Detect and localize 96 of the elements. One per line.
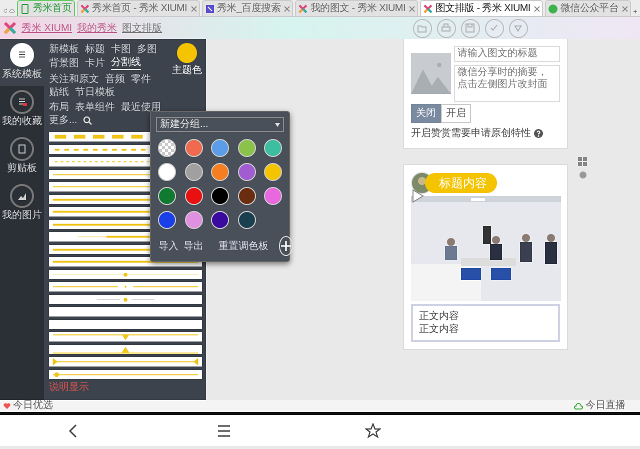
title-field[interactable]: 请输入图文的标题 — [454, 46, 560, 62]
color-label: 主题色 — [172, 64, 202, 78]
color-swatch[interactable] — [264, 163, 282, 181]
caret-icon — [275, 122, 280, 126]
nav-button[interactable] — [364, 422, 380, 438]
category-tab[interactable]: 分割线 — [111, 56, 141, 70]
star-icon — [364, 422, 380, 438]
cloud-icon[interactable] — [9, 6, 16, 16]
logo-icon[interactable] — [2, 21, 16, 35]
add-button[interactable] — [278, 236, 292, 256]
color-swatch[interactable] — [184, 163, 202, 181]
browser-tab[interactable]: 图文排版 - 秀米 XIUMI — [420, 0, 543, 16]
color-swatch[interactable] — [264, 139, 282, 157]
breadcrumb-link[interactable]: 图文排版 — [122, 20, 162, 36]
add-icon — [280, 240, 292, 252]
color-swatch[interactable] — [211, 211, 229, 229]
sidebar-tab[interactable]: 系统模板 — [0, 39, 44, 86]
category-tab[interactable]: 标题 — [85, 43, 105, 56]
category-tab[interactable]: 最近使用 — [121, 101, 161, 114]
color-swatch[interactable] — [238, 187, 256, 205]
category-tab[interactable]: 表单组件 — [75, 101, 115, 114]
action-link[interactable]: 导入 — [158, 238, 178, 254]
action-link[interactable]: 导出 — [184, 238, 204, 254]
cloud-icon — [574, 402, 583, 410]
body-text: 正文内容 — [419, 310, 460, 322]
color-swatch[interactable] — [211, 139, 229, 157]
category-tab[interactable]: 布局 — [49, 101, 69, 114]
color-swatch[interactable] — [184, 187, 202, 205]
category-tab[interactable]: 新模板 — [49, 43, 79, 56]
category-tab[interactable]: 卡图 — [111, 43, 131, 56]
category-tab[interactable]: 更多... — [49, 114, 78, 127]
color-swatch[interactable] — [184, 139, 202, 157]
color-swatch[interactable] — [238, 163, 256, 181]
action-link[interactable]: 重置调色板 — [218, 238, 268, 254]
page-icon — [204, 4, 215, 14]
note-text: 开启赞赏需要申请原创特性 — [411, 126, 531, 140]
toggle-button[interactable]: 开启 — [441, 104, 471, 123]
help-icon[interactable] — [534, 128, 542, 138]
browser-tab[interactable]: 秀米_百度搜索 — [202, 0, 293, 16]
category-tab[interactable]: 音频 — [105, 72, 125, 86]
color-swatch[interactable] — [158, 211, 176, 229]
close-icon[interactable] — [284, 6, 290, 12]
sidebar-tab[interactable]: 剪贴板 — [0, 133, 44, 180]
category-tab[interactable]: 节日模板 — [75, 86, 115, 98]
summary-field[interactable]: 微信分享时的摘要，点击左侧图片改封面 — [454, 64, 560, 102]
category-tab[interactable]: 关注和原文 — [49, 72, 99, 86]
logo-icon — [298, 4, 308, 14]
status-text: 今日直播 — [586, 400, 626, 412]
group-select[interactable]: 新建分组... — [156, 117, 284, 132]
add-tab-icon[interactable] — [633, 7, 638, 16]
divider-sample[interactable] — [49, 344, 202, 354]
logo-icon — [80, 4, 90, 14]
grid-icon[interactable] — [578, 157, 587, 166]
divider-sample[interactable] — [49, 294, 202, 304]
close-icon[interactable] — [408, 6, 415, 12]
divider-sample[interactable] — [49, 270, 202, 279]
category-tab[interactable]: 零件 — [131, 72, 151, 86]
color-swatch[interactable] — [238, 139, 256, 157]
sidebar-tab[interactable]: 我的收藏 — [0, 86, 44, 133]
sidebar-tab[interactable]: 我的图片 — [0, 180, 44, 227]
transparent-swatch[interactable] — [158, 139, 176, 157]
close-icon[interactable] — [534, 6, 540, 12]
logo-icon — [422, 4, 433, 14]
menu-icon — [216, 422, 232, 438]
phone-icon — [20, 4, 30, 14]
nav-button[interactable] — [216, 422, 232, 438]
category-tab[interactable]: 贴纸 — [49, 86, 69, 98]
save-icon — [464, 22, 476, 34]
printer-icon — [440, 22, 452, 34]
color-swatch[interactable] — [211, 187, 229, 205]
color-swatch[interactable] — [158, 163, 176, 181]
status-text: 今日优选 — [13, 400, 53, 412]
title-banner: 标题内容 — [425, 172, 497, 192]
browser-tab[interactable]: 秀米首页 - 秀米 XIUMI — [76, 0, 200, 16]
search-icon[interactable] — [83, 116, 92, 125]
divider-sample[interactable] — [49, 370, 202, 379]
close-icon[interactable] — [622, 6, 628, 12]
category-tab[interactable]: 多图 — [137, 43, 157, 56]
reload-icon[interactable] — [2, 6, 8, 16]
play-icon[interactable] — [412, 188, 424, 202]
color-swatch[interactable] — [238, 211, 256, 229]
divider-sample[interactable] — [49, 320, 202, 329]
close-icon[interactable] — [190, 6, 197, 12]
color-swatch[interactable] — [264, 187, 282, 205]
browser-tab[interactable]: 我的图文 - 秀米 XIUMI — [294, 0, 418, 16]
color-swatch[interactable] — [211, 163, 229, 181]
toggle-button[interactable]: 关闭 — [411, 104, 441, 123]
color-swatch[interactable] — [158, 187, 176, 205]
chat-icon — [548, 4, 558, 14]
category-tab[interactable]: 背景图 — [49, 56, 79, 70]
color-swatch[interactable] — [184, 211, 202, 229]
body-text: 正文内容 — [419, 322, 460, 336]
heart-icon — [2, 402, 10, 410]
category-tab[interactable]: 卡片 — [85, 56, 105, 70]
color-button[interactable] — [177, 43, 197, 63]
browser-tab[interactable]: 微信公众平台 — [544, 0, 632, 16]
